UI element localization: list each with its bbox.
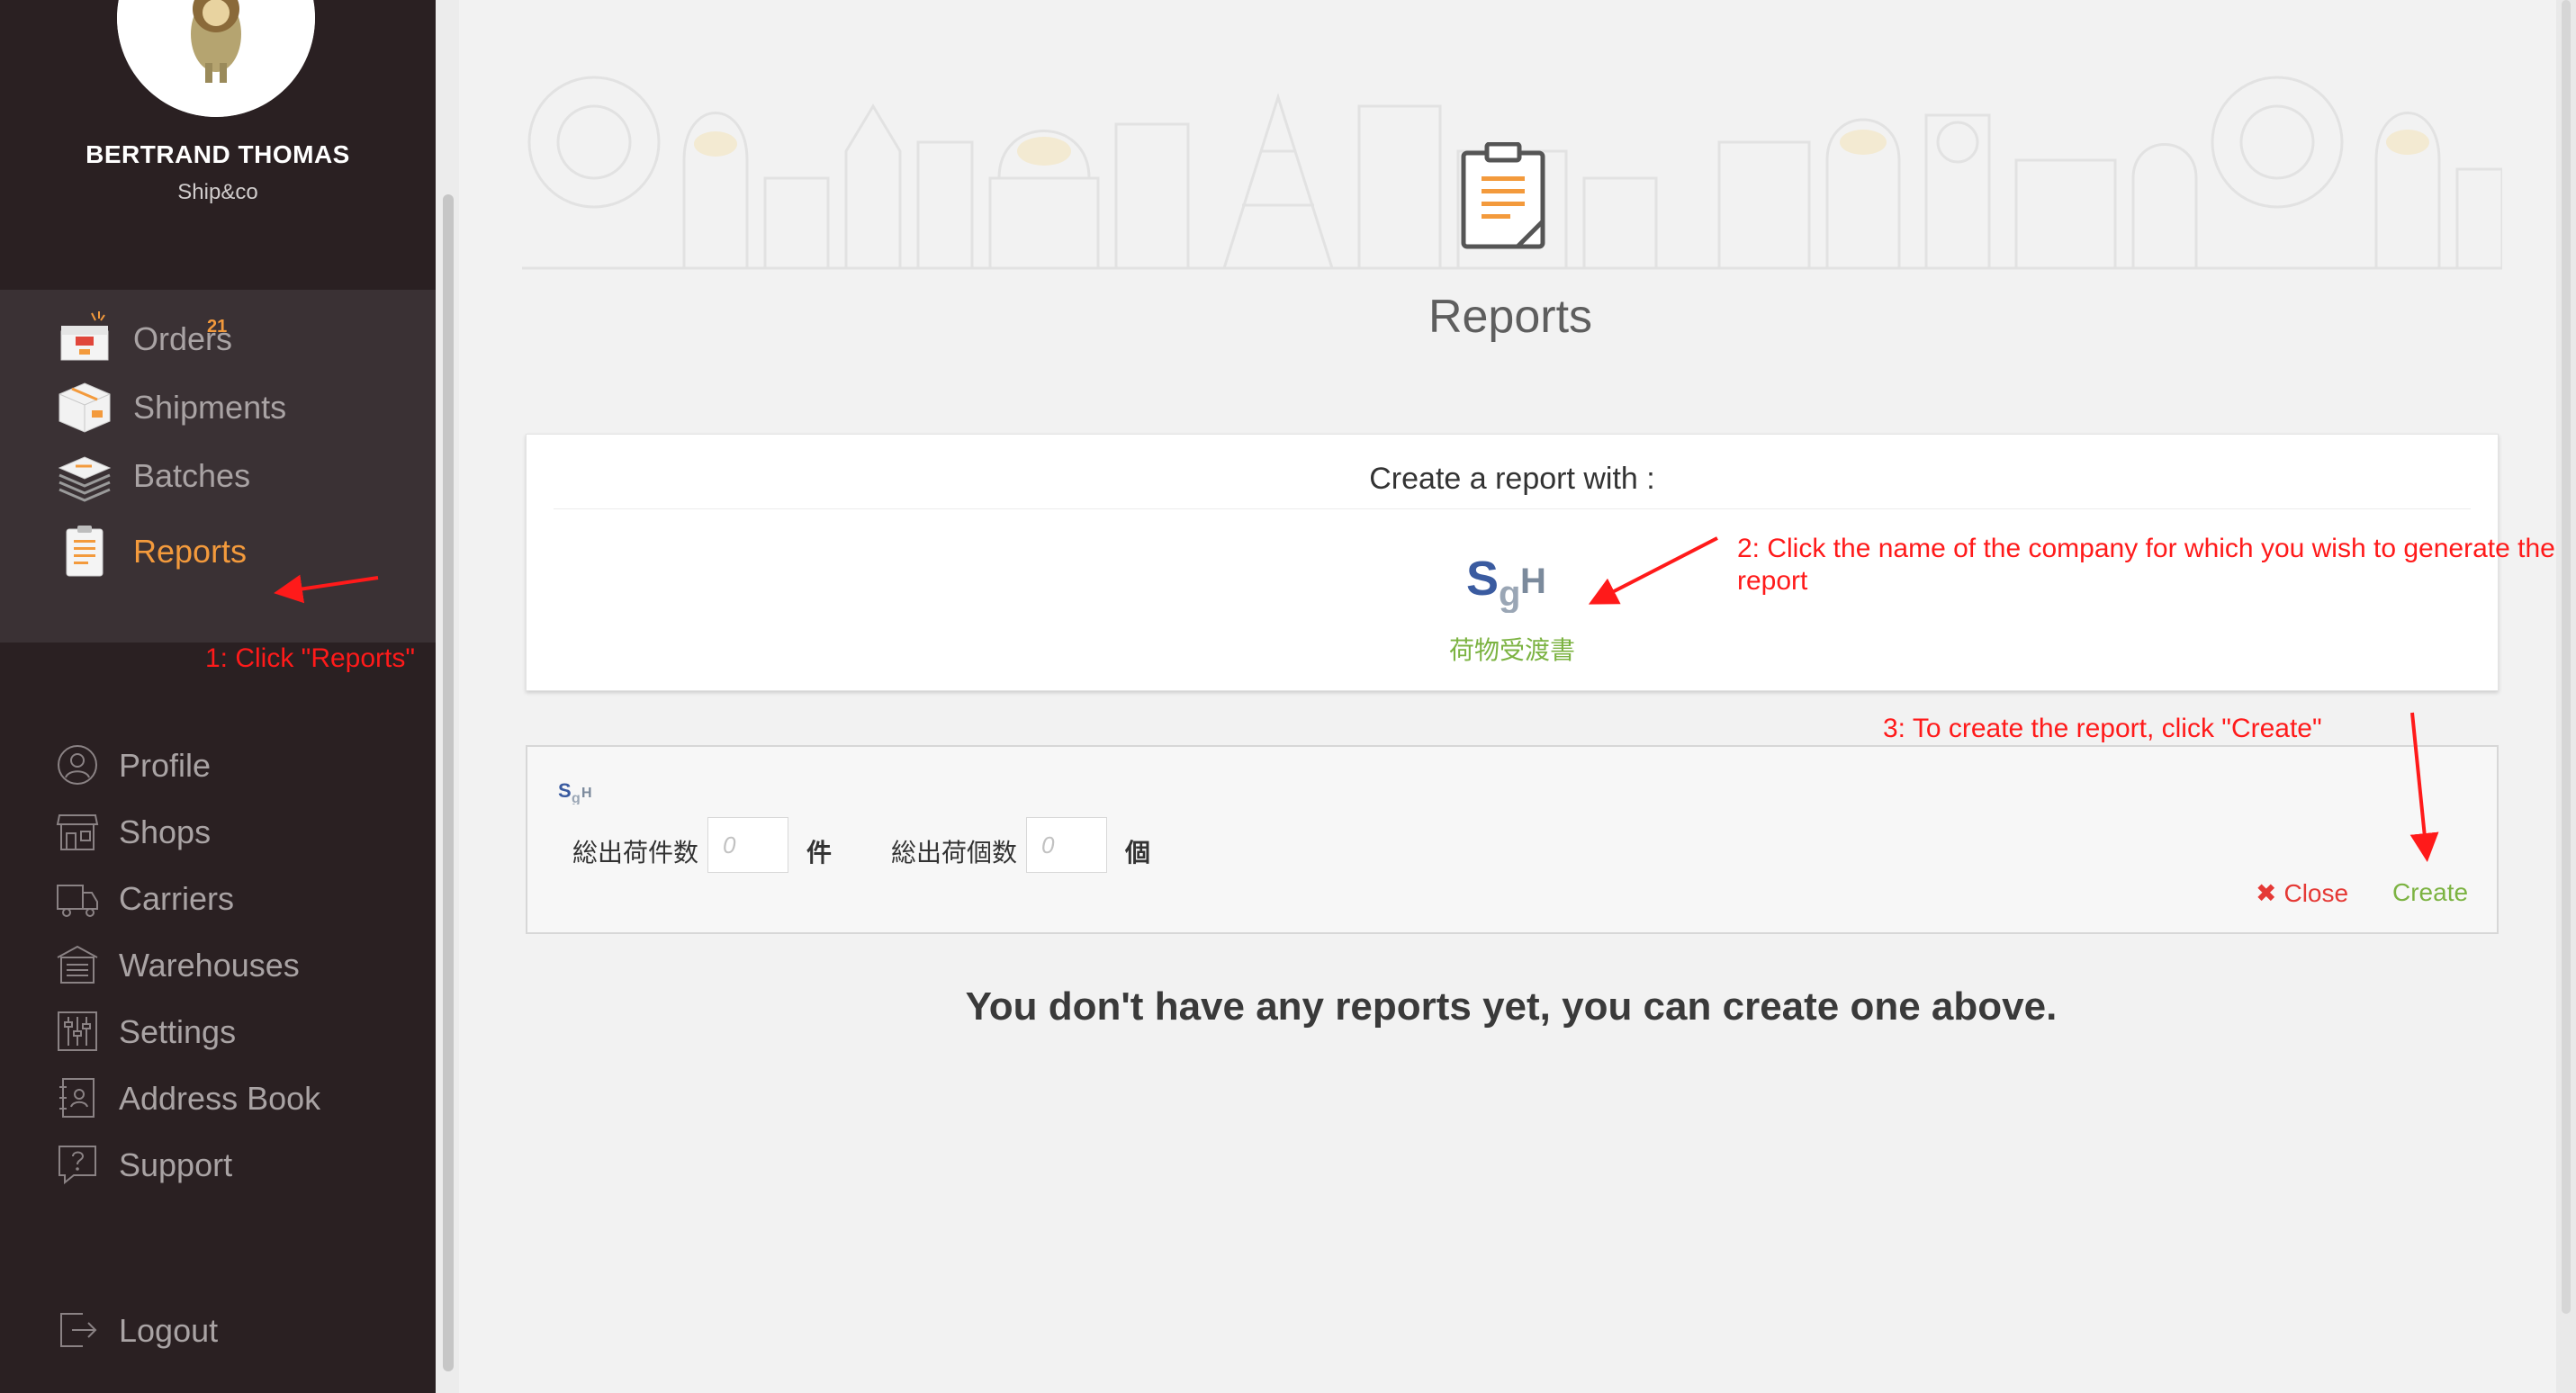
nav-item-profile[interactable]: Profile bbox=[0, 736, 436, 794]
lion-mascot-icon bbox=[117, 0, 315, 117]
annotation-step-1: 1: Click "Reports" bbox=[205, 643, 416, 673]
close-label: Close bbox=[2283, 879, 2349, 907]
nav-item-carriers[interactable]: Carriers bbox=[0, 869, 436, 927]
nav-label-support: Support bbox=[119, 1146, 233, 1183]
svg-text:g: g bbox=[1499, 574, 1520, 613]
empty-state-message: You don't have any reports yet, you can … bbox=[965, 984, 2058, 1029]
truck-icon bbox=[57, 885, 98, 917]
svg-text:g: g bbox=[572, 791, 581, 804]
orders-count-badge: 21 bbox=[207, 317, 228, 337]
panel-divider bbox=[554, 508, 2471, 509]
nav-item-batches[interactable]: Batches bbox=[0, 441, 436, 509]
sagawa-small-logo-icon: S g H bbox=[558, 779, 592, 804]
total-shipments-input[interactable] bbox=[707, 817, 788, 873]
nav-item-shipments[interactable]: Shipments bbox=[0, 373, 436, 441]
batches-stack-icon bbox=[58, 456, 112, 502]
orders-box-icon bbox=[60, 311, 109, 361]
total-shipments-unit: 件 bbox=[806, 839, 833, 867]
sidebar-scrollbar-thumb[interactable] bbox=[443, 194, 454, 1371]
nav-label-shops: Shops bbox=[119, 813, 212, 850]
create-button[interactable]: Create bbox=[2392, 878, 2468, 907]
logout-label: Logout bbox=[119, 1312, 219, 1349]
nav-label-profile: Profile bbox=[119, 747, 212, 784]
sidebar: BERTRAND THOMAS Ship&co Orders Shipments… bbox=[0, 0, 436, 1393]
logout-button[interactable]: Logout bbox=[0, 1301, 436, 1359]
user-company: Ship&co bbox=[177, 180, 258, 204]
user-name: BERTRAND THOMAS bbox=[86, 140, 350, 168]
page-title: Reports bbox=[1428, 291, 1593, 343]
total-packages-input[interactable] bbox=[1026, 817, 1107, 873]
nav-label-reports: Reports bbox=[133, 533, 248, 570]
page-scrollbar-thumb[interactable] bbox=[2562, 0, 2571, 1314]
close-button[interactable]: ✖ Close bbox=[2256, 878, 2348, 908]
annotation-step-2: 2: Click the name of the company for whi… bbox=[1737, 534, 2555, 596]
total-packages-unit: 個 bbox=[1125, 839, 1151, 867]
svg-text:H: H bbox=[581, 786, 592, 801]
nav-item-settings[interactable]: Settings bbox=[0, 1002, 436, 1060]
report-form-panel: S g H 総出荷件数 件 総出荷個数 個 ✖Close Create bbox=[526, 745, 2499, 934]
nav-item-address-book[interactable]: Address Book bbox=[0, 1069, 436, 1127]
svg-text:S: S bbox=[1466, 552, 1499, 606]
support-question-icon bbox=[59, 1146, 96, 1185]
nav-label-carriers: Carriers bbox=[119, 880, 235, 917]
avatar[interactable] bbox=[117, 0, 315, 117]
nav-item-warehouses[interactable]: Warehouses bbox=[0, 936, 436, 993]
create-report-title: Create a report with : bbox=[1369, 462, 1655, 496]
warehouse-icon bbox=[57, 945, 98, 984]
carrier-name-link[interactable]: 荷物受渡書 bbox=[527, 631, 2498, 667]
nav-label-warehouses: Warehouses bbox=[119, 947, 300, 984]
logout-icon bbox=[60, 1313, 97, 1347]
total-packages-label: 総出荷個数 bbox=[891, 839, 1018, 867]
svg-text:H: H bbox=[1520, 562, 1546, 601]
shop-storefront-icon bbox=[56, 814, 99, 850]
total-shipments-label: 総出荷件数 bbox=[572, 839, 699, 867]
nav-item-reports[interactable]: Reports bbox=[0, 517, 436, 585]
primary-nav: Orders Shipments Batches Reports bbox=[0, 290, 436, 643]
nav-label-settings: Settings bbox=[119, 1013, 237, 1050]
annotation-step-3: 3: To create the report, click "Create" bbox=[1883, 714, 2322, 743]
settings-sliders-icon bbox=[58, 1011, 97, 1051]
clipboard-report-icon bbox=[1461, 142, 1545, 249]
reports-clipboard-icon bbox=[66, 526, 104, 577]
nav-item-shops[interactable]: Shops bbox=[0, 803, 436, 860]
address-book-icon bbox=[59, 1078, 95, 1118]
nav-label-address-book: Address Book bbox=[119, 1080, 321, 1117]
nav-item-support[interactable]: Support bbox=[0, 1136, 436, 1193]
user-circle-icon bbox=[58, 745, 97, 785]
svg-text:S: S bbox=[558, 779, 572, 802]
sagawa-logo-icon[interactable]: S g H bbox=[1463, 550, 1562, 613]
nav-label-shipments: Shipments bbox=[133, 389, 287, 426]
shipments-package-icon bbox=[59, 382, 111, 433]
close-x-icon: ✖ bbox=[2256, 879, 2277, 907]
nav-label-batches: Batches bbox=[133, 457, 251, 494]
